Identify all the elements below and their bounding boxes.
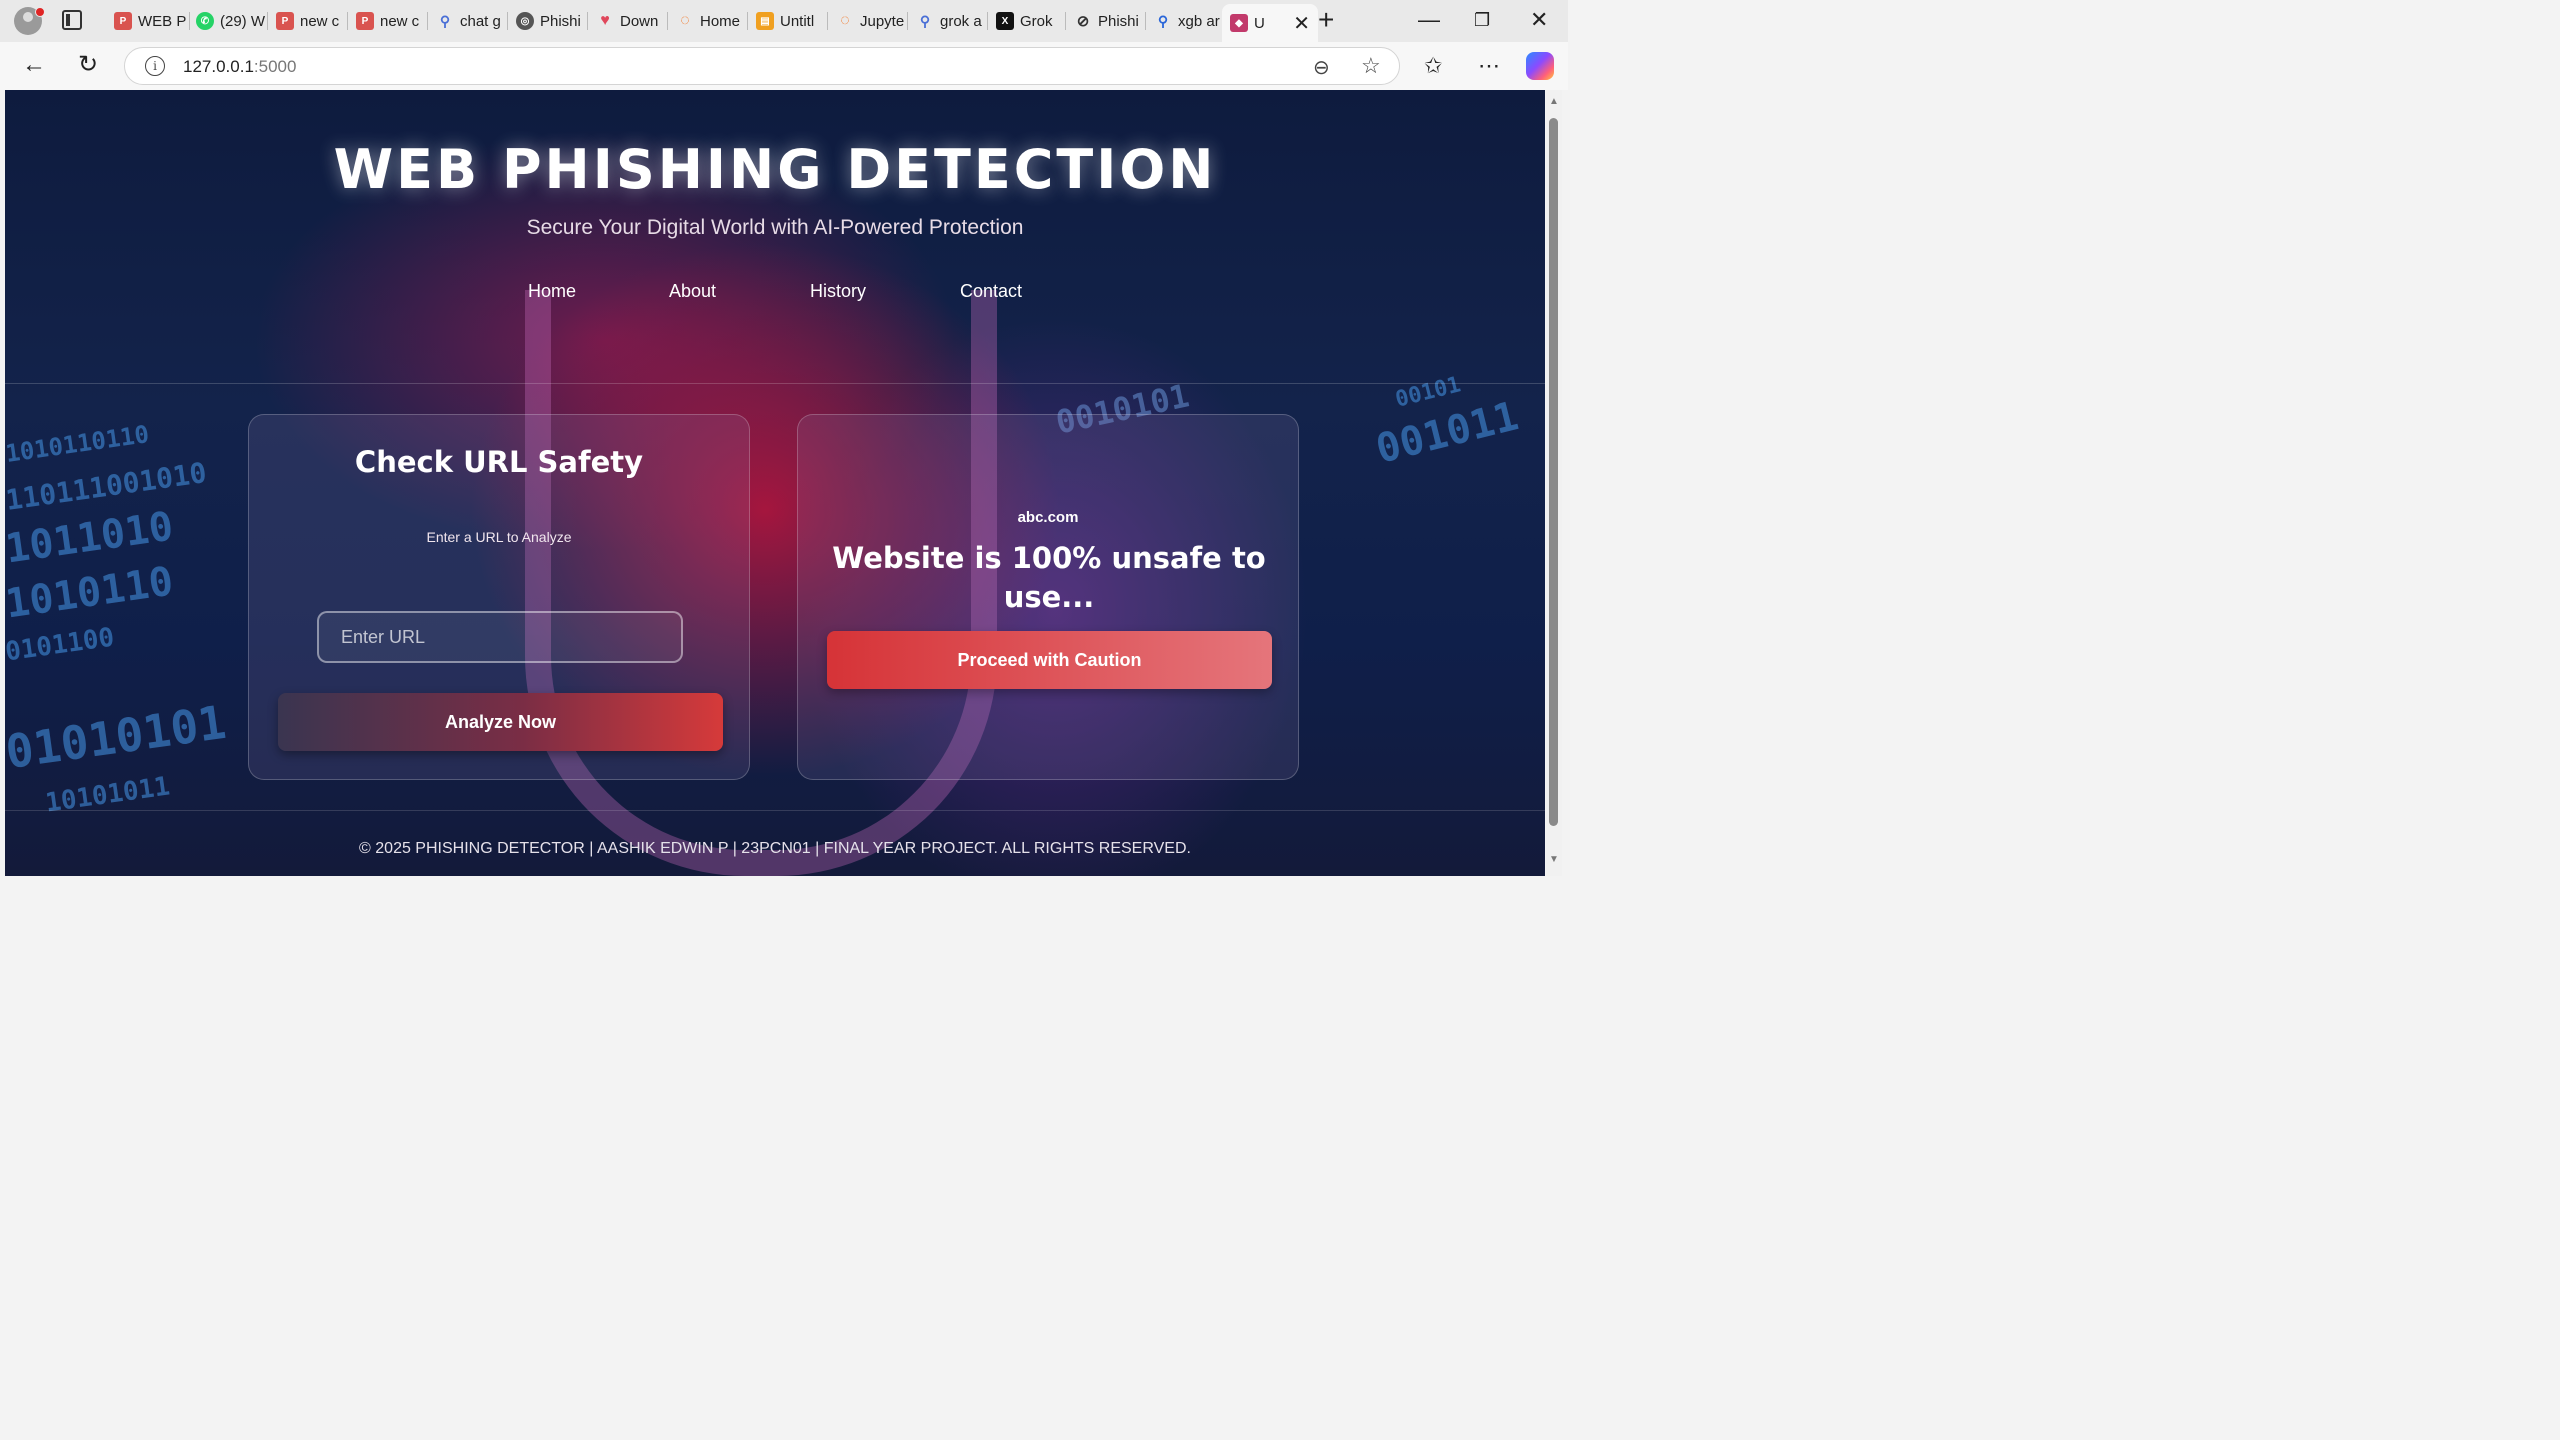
browser-toolbar: ← ↻ i 127.0.0.1:5000 ⊖ ☆ ✩ ⋯: [0, 42, 1568, 90]
site-info-icon[interactable]: i: [145, 56, 165, 76]
browser-tab[interactable]: ▤ Untitl: [756, 6, 828, 36]
browser-tab[interactable]: ⚲ grok a: [916, 6, 988, 36]
pdf-icon: P: [114, 12, 132, 30]
pdf-icon: P: [276, 12, 294, 30]
notebook-icon: ▤: [756, 12, 774, 30]
close-window-icon[interactable]: ✕: [1530, 8, 1548, 32]
page-scrollbar[interactable]: ▲ ▼: [1546, 90, 1562, 876]
restore-icon[interactable]: ❐: [1474, 8, 1490, 32]
reload-icon[interactable]: ↻: [78, 52, 98, 78]
site-footer: © 2025 PHISHING DETECTOR | AASHIK EDWIN …: [359, 840, 1191, 857]
new-tab-button[interactable]: +: [1318, 6, 1334, 34]
minimize-icon[interactable]: —: [1418, 8, 1440, 32]
browser-tab[interactable]: ⚲ xgb ar: [1154, 6, 1220, 36]
search-icon: ⚲: [919, 12, 931, 29]
browser-tab[interactable]: P new c: [276, 6, 348, 36]
footer-divider: [5, 810, 1545, 811]
binary-decor: 10101011: [43, 771, 172, 819]
browser-tab[interactable]: ✆ (29) W: [196, 6, 268, 36]
browser-tab[interactable]: ◌ Jupyte: [836, 6, 908, 36]
profile-avatar-icon[interactable]: [14, 7, 45, 35]
result-url: abc.com: [1017, 509, 1079, 526]
browser-tab[interactable]: X Grok: [996, 6, 1066, 36]
analyze-now-button[interactable]: Analyze Now: [278, 693, 723, 751]
browser-tab[interactable]: ⊘ Phishi: [1074, 6, 1146, 36]
x-grok-icon: X: [996, 12, 1014, 30]
browser-tab[interactable]: P WEB P: [114, 6, 190, 36]
address-url[interactable]: 127.0.0.1:5000: [183, 57, 296, 77]
binary-decor: 001011: [1371, 393, 1523, 473]
heart-icon: ♥: [600, 12, 610, 29]
result-message: Website is 100% unsafe to use...: [832, 541, 1266, 614]
tab-actions-icon[interactable]: [62, 10, 82, 30]
openai-icon: ◎: [516, 12, 534, 30]
app-icon: ◆: [1230, 14, 1248, 32]
url-input[interactable]: [317, 611, 683, 663]
web-page: 1010110110 110111001010 1011010 1010110 …: [5, 90, 1545, 876]
nav-about[interactable]: About: [669, 281, 716, 302]
pdf-icon: P: [356, 12, 374, 30]
close-tab-icon[interactable]: ✕: [1293, 11, 1310, 36]
binary-decor: 0101100: [5, 622, 117, 668]
scroll-down-icon[interactable]: ▼: [1549, 854, 1559, 865]
favorite-star-icon[interactable]: ☆: [1361, 53, 1381, 79]
site-header: WEB PHISHING DETECTION Secure Your Digit…: [5, 90, 1545, 384]
binary-decor: 1010110110: [5, 420, 151, 468]
more-menu-icon[interactable]: ⋯: [1478, 53, 1500, 79]
browser-tab[interactable]: ⚲ chat g: [436, 6, 508, 36]
search-icon: ⚲: [439, 12, 451, 29]
browser-tab-active[interactable]: ◆ U ✕: [1222, 4, 1318, 42]
jupyter-icon: ◌: [840, 12, 850, 29]
check-url-subtitle: Enter a URL to Analyze: [426, 529, 572, 545]
back-arrow-icon[interactable]: ←: [22, 52, 46, 78]
nav-contact[interactable]: Contact: [960, 281, 1022, 302]
notification-dot: [35, 7, 45, 17]
result-card: abc.com Website is 100% unsafe to use...…: [797, 414, 1299, 780]
favorites-icon[interactable]: ✩: [1424, 53, 1442, 79]
binary-decor: 110111001010: [5, 456, 209, 517]
browser-tab[interactable]: ◌ Home: [676, 6, 748, 36]
check-url-title: Check URL Safety: [354, 445, 644, 479]
address-bar[interactable]: i 127.0.0.1:5000 ⊖ ☆: [124, 47, 1400, 85]
jupyter-icon: ◌: [680, 12, 690, 29]
search-icon: ⚲: [1157, 12, 1169, 29]
nav-home[interactable]: Home: [528, 281, 576, 302]
check-url-card: Check URL Safety Enter a URL to Analyze …: [248, 414, 750, 780]
scrollbar-thumb[interactable]: [1549, 118, 1558, 826]
scroll-up-icon[interactable]: ▲: [1549, 96, 1559, 107]
site-tagline: Secure Your Digital World with AI-Powere…: [526, 216, 1024, 239]
nav-history[interactable]: History: [810, 281, 866, 302]
proceed-with-caution-button[interactable]: Proceed with Caution: [827, 631, 1272, 689]
browser-tab[interactable]: P new c: [356, 6, 428, 36]
openai-icon: ⊘: [1076, 13, 1090, 30]
site-title: WEB PHISHING DETECTION: [333, 138, 1217, 201]
binary-decor: 01010101: [5, 694, 230, 780]
whatsapp-icon: ✆: [196, 12, 214, 30]
zoom-out-icon[interactable]: ⊖: [1313, 55, 1330, 80]
browser-tab[interactable]: ◎ Phishi: [516, 6, 588, 36]
copilot-icon[interactable]: [1526, 52, 1554, 80]
browser-tab[interactable]: ♥ Down: [596, 6, 668, 36]
browser-tab-strip: P WEB P ✆ (29) W P new c P new c ⚲ chat …: [0, 0, 1568, 42]
